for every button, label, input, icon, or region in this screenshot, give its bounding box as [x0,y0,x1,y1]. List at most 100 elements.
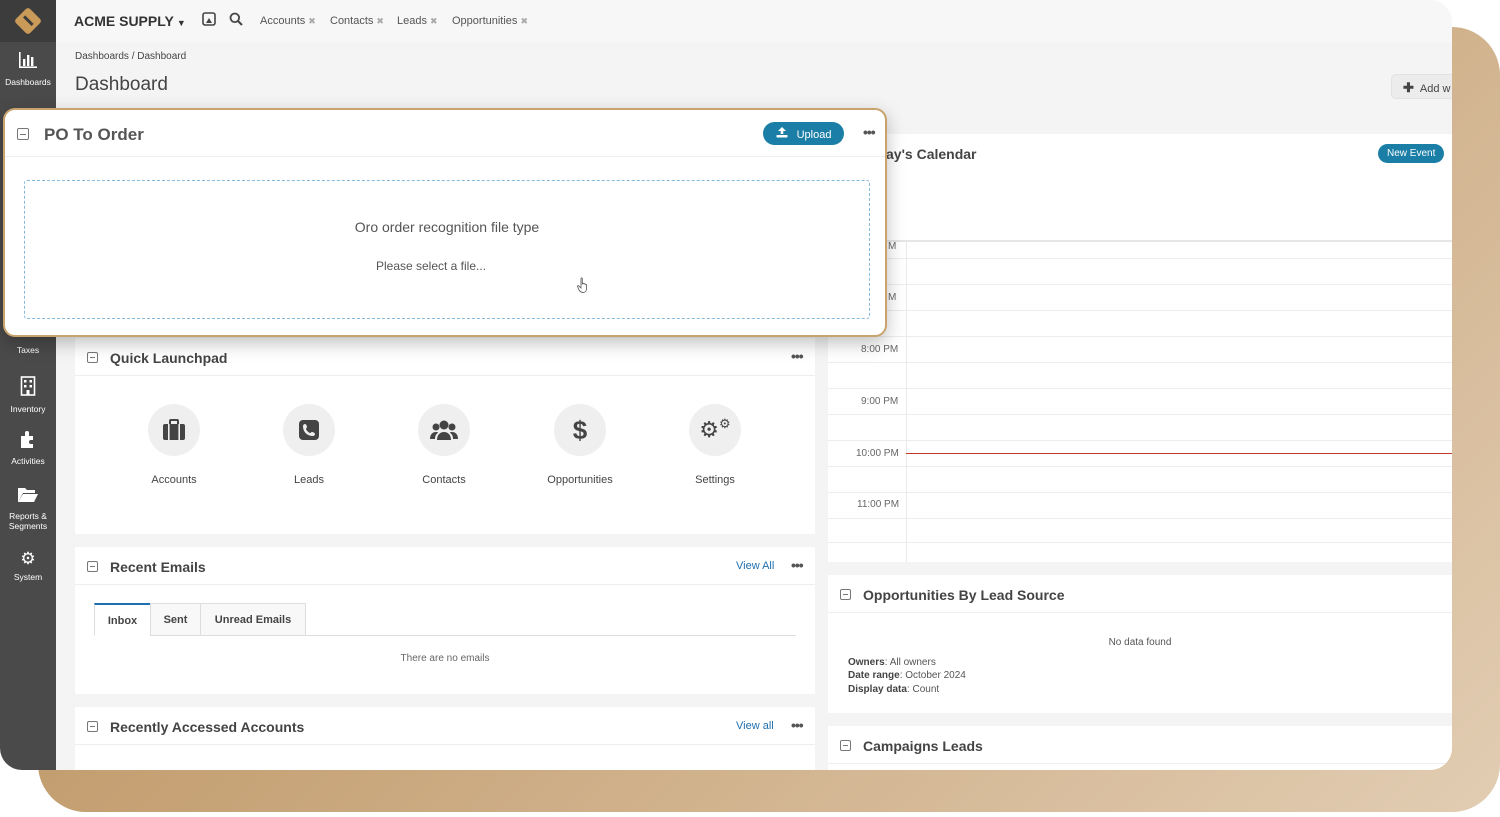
organization-name: ACME SUPPLY [74,13,174,29]
calendar-time-label: 11:00 PM [857,499,900,510]
search-icon[interactable] [229,12,243,29]
widget-header: Opportunities By Lead Source [828,575,1452,613]
organization-switcher[interactable]: ACME SUPPLY ▼ [74,13,186,29]
phone-icon [283,404,335,456]
filter-label: Display data [848,684,907,695]
view-all-accounts-link[interactable]: View all [736,720,774,732]
tab-leads[interactable]: Leads ✖ [397,15,438,27]
tab-sent[interactable]: Sent [150,603,201,636]
file-select-prompt[interactable]: Please select a file... [9,259,853,273]
launchpad-settings[interactable]: ⚙ ⚙ Settings [660,404,770,486]
collapse-icon[interactable] [17,128,29,140]
close-icon[interactable]: ✖ [430,16,438,26]
logo-icon [13,6,43,36]
sidebar-item-inventory[interactable]: Inventory [0,376,56,414]
sidebar-item-system[interactable]: ⚙ System [0,549,56,582]
filter-value: : Count [906,684,940,695]
sidebar-item-dashboards[interactable]: Dashboards [0,51,56,87]
more-options-icon[interactable]: ••• [863,124,876,140]
filter-value: : October 2024 [899,670,966,681]
sidebar-item-label: Activities [11,456,45,466]
tab-unread-emails[interactable]: Unread Emails [200,603,306,636]
tab-opportunities[interactable]: Opportunities ✖ [452,15,528,27]
widget-title: Recent Emails [110,559,206,575]
dollar-icon: $ [554,404,606,456]
campaigns-leads-widget: Campaigns Leads [828,726,1452,770]
opportunities-by-lead-source-widget: Opportunities By Lead Source No data fou… [828,575,1452,713]
widget-header: Campaigns Leads [828,726,1452,764]
upload-label: Upload [796,129,832,141]
app-logo[interactable] [0,0,56,42]
sidebar-item-label: Reports & [9,511,47,521]
launchpad-leads[interactable]: Leads [254,404,364,486]
calendar-grid-line [828,542,1452,543]
new-event-button[interactable]: New Event [1378,144,1445,163]
bookmark-icon[interactable] [202,12,216,29]
widget-header: Recently Accessed Accounts View all ••• [75,707,815,745]
collapse-icon[interactable] [840,589,851,600]
close-icon[interactable]: ✖ [376,16,384,26]
calendar-grid-line [828,466,1452,467]
sidebar-item-taxes[interactable]: Taxes [0,345,56,355]
upload-button[interactable]: Upload [763,122,844,145]
file-drop-zone[interactable]: Oro order recognition file type Please s… [24,180,870,319]
calendar-grid-line [828,240,1452,242]
launchpad-opportunities[interactable]: $ Opportunities [525,404,635,486]
top-bar: ACME SUPPLY ▼ Accounts ✖ Contacts ✖ Leads ✖ … [56,0,1452,42]
recent-emails-widget: Recent Emails View All ••• Inbox Sent Un… [75,547,815,694]
sidebar-item-label: Taxes [16,345,40,355]
filter-date-range: Date range: October 2024 [848,670,966,681]
tab-label: Leads [397,15,427,27]
tab-contacts[interactable]: Contacts ✖ [330,15,384,27]
filter-value: : All owners [884,657,936,668]
widget-title: Quick Launchpad [110,350,228,366]
briefcase-icon [148,404,200,456]
building-icon [0,376,56,401]
more-options-icon[interactable]: ••• [791,557,804,573]
launchpad-contacts[interactable]: Contacts [389,404,499,486]
empty-state-text: There are no emails [400,653,490,664]
calendar-time-label: M [888,292,897,303]
calendar-widget: ay's Calendar New Event M M 8:00 PM 9:00… [828,134,1452,562]
launchpad-label: Settings [695,474,735,486]
close-icon[interactable]: ✖ [308,16,316,26]
tab-inbox[interactable]: Inbox [94,603,151,636]
upload-icon [776,127,791,141]
collapse-icon[interactable] [840,740,851,751]
gear-icon: ⚙ [20,549,36,568]
collapse-icon[interactable] [87,561,98,572]
tab-label: Contacts [330,15,374,27]
calendar-grid-line [828,310,1452,311]
tab-accounts[interactable]: Accounts ✖ [260,15,316,27]
tab-label: Accounts [260,15,306,27]
more-options-icon[interactable]: ••• [791,717,804,733]
widget-header-divider [5,156,885,157]
sidebar-item-activities[interactable]: Activities [0,430,56,466]
quick-launchpad-widget: Quick Launchpad ••• Accounts Leads Conta… [75,338,815,534]
calendar-time-label: 9:00 PM [861,396,899,407]
view-all-emails-link[interactable]: View All [736,560,774,572]
add-widget-label: Add w [1419,83,1451,95]
app-window: Dashboards Taxes Inventory Activities Re… [0,0,1452,770]
page-title: Dashboard [75,74,168,95]
tab-label: Opportunities [452,15,518,27]
sidebar-item-reports[interactable]: Reports & Segments [0,485,56,531]
launchpad-accounts[interactable]: Accounts [119,404,229,486]
collapse-icon[interactable] [87,352,98,363]
caret-down-icon: ▼ [176,18,186,28]
launchpad-label: Accounts [151,474,197,486]
calendar-grid-line [828,336,1452,337]
more-options-icon[interactable]: ••• [791,348,804,364]
launchpad-label: Opportunities [547,474,613,486]
filter-display-data: Display data: Count [848,684,939,695]
calendar-grid-line [828,492,1452,493]
collapse-icon[interactable] [87,721,98,732]
add-widget-button[interactable]: ✚ Add w [1391,74,1452,99]
hand-cursor-icon [577,277,589,298]
po-to-order-widget: PO To Order Upload ••• Oro order recogni… [3,108,887,337]
close-icon[interactable]: ✖ [520,16,528,26]
calendar-grid-line [828,414,1452,415]
sidebar-item-label: Inventory [10,404,46,414]
calendar-grid-line [828,284,1452,285]
calendar-time-label: 8:00 PM [861,344,899,355]
